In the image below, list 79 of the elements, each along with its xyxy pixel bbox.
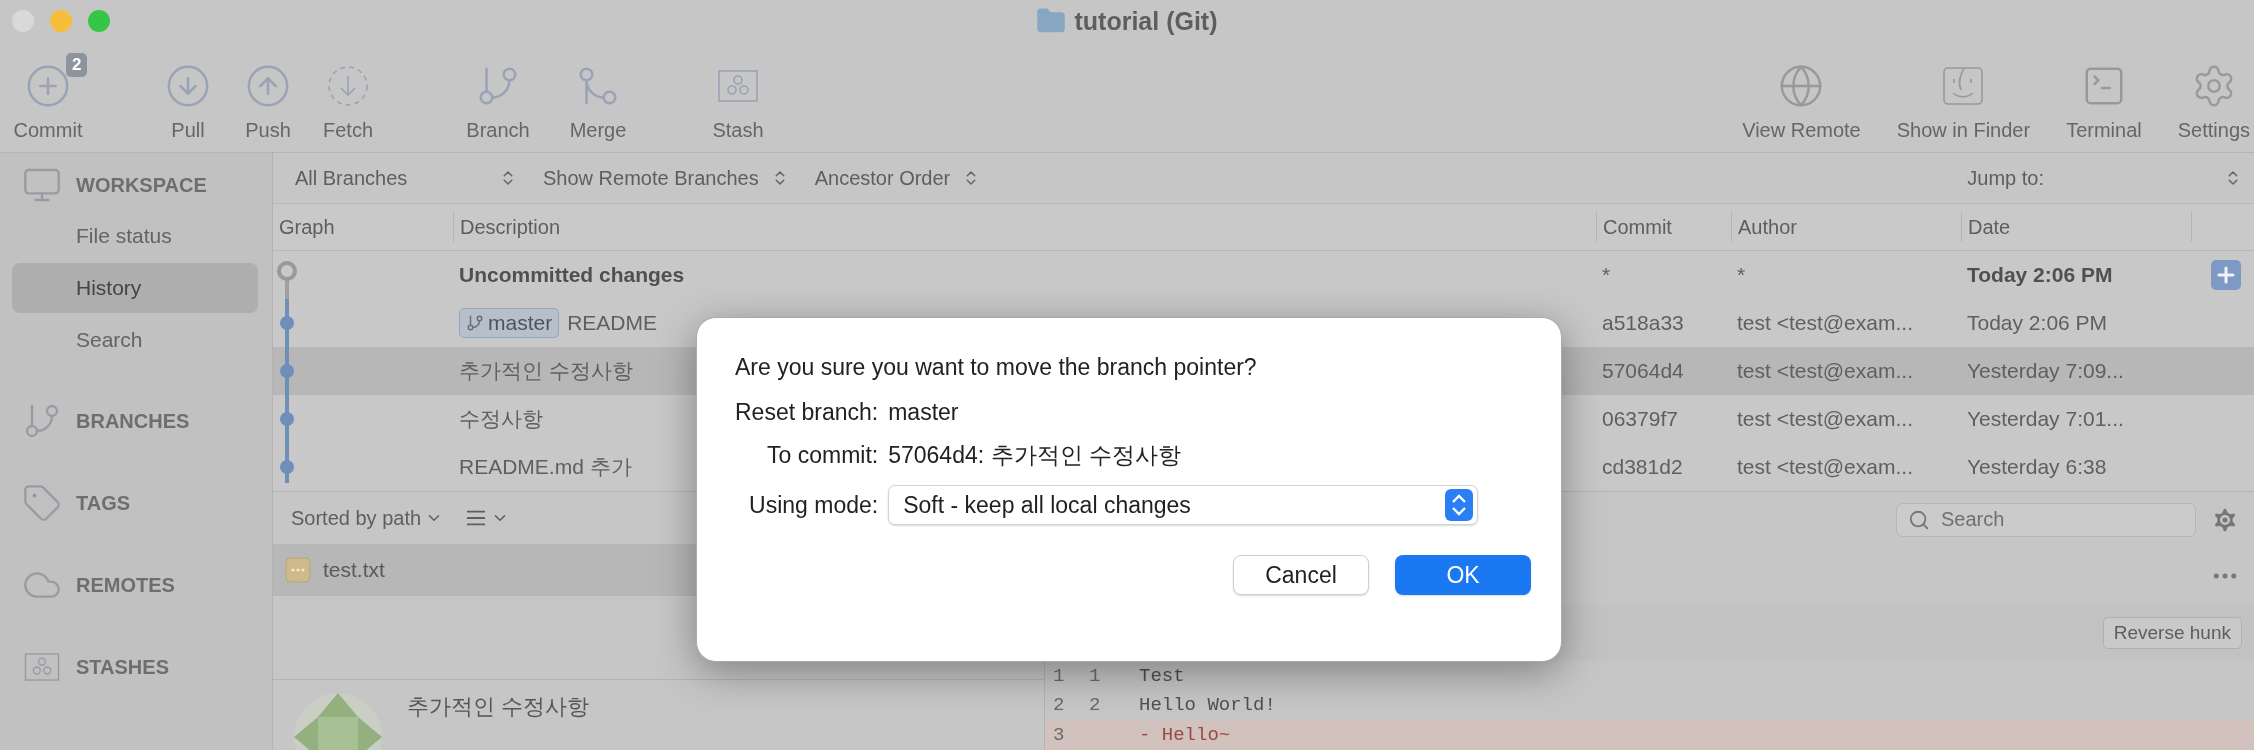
table-cell-text: Yesterday 6:38 [1966, 454, 2108, 480]
jump-to-dropdown[interactable]: Jump to: [1967, 166, 2242, 190]
column-header[interactable]: Date [1961, 212, 2191, 242]
column-header[interactable]: Graph [273, 212, 453, 242]
filter-dropdown[interactable]: Show Remote Branches [543, 166, 789, 190]
table-cell-text: 57064d4 [1601, 358, 1685, 384]
toolbar-button[interactable]: Terminal [2062, 52, 2146, 142]
sidebar-item[interactable]: History [12, 263, 258, 313]
dialog-button[interactable]: OK [1395, 555, 1531, 595]
toolbar-button[interactable]: Settings [2173, 52, 2254, 142]
code-line: - Hello~ [1138, 724, 1231, 747]
table-cell-text: Today 2:06 PM [1966, 262, 2114, 288]
field-value: 57064d4: 추가적인 수정사항 [888, 441, 1182, 470]
table-cell-text: 수정사항 [459, 406, 543, 432]
dialog-button[interactable]: Cancel [1233, 555, 1369, 595]
table-cell-text: test <test@exam... [1736, 406, 1914, 432]
mode-select[interactable]: Soft - keep all local changes [888, 485, 1479, 525]
table-cell-text: * [1736, 262, 1747, 288]
table-cell-text: 06379f7 [1601, 406, 1679, 432]
table-cell-text: * [1601, 262, 1612, 288]
window-title: tutorial (Git) [1074, 6, 1218, 36]
table-cell-text: test <test@exam... [1736, 454, 1914, 480]
dialog-question: Are you sure you want to move the branch pointer? [735, 354, 1258, 381]
table-cell-text: test <test@exam... [1736, 358, 1914, 384]
line-number: 3 [1052, 724, 1066, 747]
sidebar-item[interactable]: File status [12, 211, 258, 261]
table-cell-text: a518a33 [1601, 310, 1685, 336]
column-header[interactable]: Commit [1596, 212, 1731, 242]
toolbar-button[interactable]: 2 Commit [8, 52, 88, 142]
toolbar-button[interactable]: Pull [148, 52, 228, 142]
table-cell-text: cd381d2 [1601, 454, 1684, 480]
column-header[interactable]: Author [1731, 212, 1961, 242]
toolbar-button[interactable]: Merge [558, 52, 638, 142]
toolbar-button[interactable]: Push [228, 52, 308, 142]
add-button[interactable] [2211, 260, 2241, 290]
table-cell: Uncommitted changes [459, 263, 685, 287]
table-cell-text: Yesterday 7:01... [1966, 406, 2125, 432]
table-cell-text: Today 2:06 PM [1966, 310, 2109, 336]
count-badge: 2 [66, 52, 88, 77]
branch-icon [466, 314, 484, 332]
field-label: Reset branch: [735, 399, 879, 426]
section-heading: WORKSPACE [76, 173, 207, 197]
section-heading: REMOTES [76, 573, 175, 597]
table-cell: README [567, 311, 658, 335]
section-heading: TAGS [76, 491, 131, 515]
sort-dropdown[interactable]: Sorted by path [291, 506, 444, 530]
updown-stepper-icon [1445, 489, 1474, 521]
zoom-button[interactable] [88, 10, 110, 32]
section-heading: BRANCHES [76, 409, 190, 433]
line-number: 2 [1052, 694, 1066, 717]
field-label: Using mode: [748, 491, 879, 519]
toolbar-button[interactable]: Branch [458, 52, 538, 142]
toolbar-button[interactable]: View Remote [1738, 52, 1865, 142]
code-line: Test [1138, 664, 1185, 687]
code-line: Hello World! [1138, 694, 1276, 717]
line-number: 1 [1052, 664, 1066, 687]
modified-file-icon [285, 557, 311, 583]
search-field[interactable]: Search [1896, 502, 2196, 537]
table-cell-text: 추가적인 수정사항 [459, 358, 633, 384]
column-header[interactable]: Description [453, 212, 1596, 242]
toolbar-button[interactable]: Fetch [308, 52, 388, 142]
filter-dropdown[interactable]: All Branches [295, 166, 517, 190]
table-cell-text: Yesterday 7:09... [1966, 358, 2125, 384]
toolbar-button[interactable]: Show in Finder [1892, 52, 2035, 142]
line-number: 1 [1089, 664, 1101, 687]
table-cell-text: README.md 추가 [459, 454, 632, 480]
filter-dropdown[interactable]: Ancestor Order [814, 166, 981, 190]
tag-icon [22, 483, 62, 523]
branch-tag: master [459, 308, 560, 338]
commit-title: 추가적인 수정사항 [407, 693, 590, 721]
reverse-hunk-button[interactable]: Reverse hunk [2102, 616, 2242, 649]
section-heading: STASHES [76, 655, 169, 679]
sidebar-item[interactable]: Search [12, 315, 258, 365]
field-label: To commit: [766, 442, 879, 469]
toolbar-button[interactable]: Stash [698, 52, 778, 142]
search-icon [1908, 508, 1930, 531]
field-value: master [888, 399, 960, 426]
table-cell-text: test <test@exam... [1736, 310, 1914, 336]
line-number: 2 [1089, 694, 1101, 717]
